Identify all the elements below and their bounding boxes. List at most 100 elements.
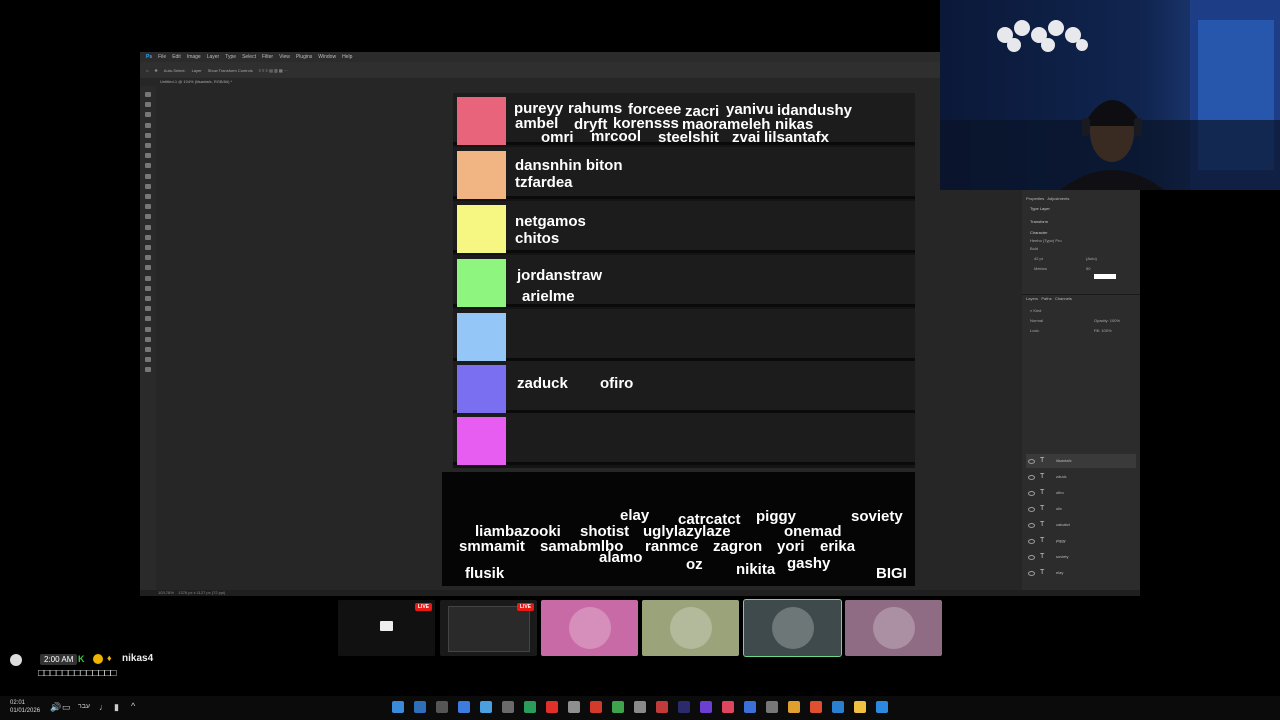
pool-name[interactable]: yori	[777, 539, 805, 555]
taskbar-app-icon[interactable]	[568, 701, 580, 713]
taskbar-app-icon[interactable]	[854, 701, 866, 713]
layer-row[interactable]: Tlilsantafx	[1026, 454, 1136, 468]
pool-name[interactable]: elay	[620, 508, 649, 524]
visibility-eye-icon[interactable]	[1028, 523, 1035, 528]
layer-filter[interactable]: ⌕ Kind	[1030, 308, 1041, 313]
tier-color-label[interactable]	[457, 151, 506, 199]
tool-icon[interactable]	[145, 153, 151, 159]
taskbar-app-icon[interactable]	[832, 701, 844, 713]
tool-icon[interactable]	[145, 265, 151, 271]
visibility-eye-icon[interactable]	[1028, 571, 1035, 576]
taskbar-app-icon[interactable]	[524, 701, 536, 713]
tool-icon[interactable]	[145, 132, 151, 138]
menu-edit[interactable]: Edit	[172, 54, 181, 60]
tool-icon[interactable]	[145, 275, 151, 281]
visibility-eye-icon[interactable]	[1028, 475, 1035, 480]
tab-paths[interactable]: Paths	[1041, 296, 1051, 301]
visibility-eye-icon[interactable]	[1028, 539, 1035, 544]
tier-color-label[interactable]	[457, 313, 506, 361]
pool-name[interactable]: alamo	[599, 550, 642, 566]
tool-icon[interactable]	[145, 143, 151, 148]
tier-name[interactable]: ofiro	[600, 376, 633, 392]
tier-name[interactable]: dansnhin biton	[515, 158, 622, 174]
pool-name[interactable]: erika	[820, 539, 855, 555]
layer-row[interactable]: Tsoviety	[1026, 550, 1136, 564]
font-family-select[interactable]: Heebo (Typo) Pro	[1030, 238, 1062, 243]
tab-properties[interactable]: Properties	[1026, 196, 1044, 201]
pool-name[interactable]: zagron	[713, 539, 762, 555]
pool-name[interactable]: nikita	[736, 562, 775, 578]
tier-name[interactable]: lilsantafx	[764, 130, 829, 146]
tool-icon[interactable]	[145, 214, 151, 220]
mic-icon[interactable]: ♩	[99, 702, 108, 712]
taskbar-app-icon[interactable]	[436, 701, 448, 713]
tool-icon[interactable]	[145, 92, 151, 97]
color-swatch[interactable]	[1094, 274, 1116, 279]
tool-icon[interactable]	[145, 234, 151, 240]
visibility-eye-icon[interactable]	[1028, 459, 1035, 464]
tool-icon[interactable]	[145, 224, 151, 230]
stream-thumbnail[interactable]: LIVE	[440, 600, 537, 656]
pool-name[interactable]: BIGI	[876, 566, 907, 582]
tier-name[interactable]: netgamos	[515, 214, 586, 230]
menu-file[interactable]: File	[158, 54, 166, 60]
taskbar-app-icon[interactable]	[392, 701, 404, 713]
chevron-up-icon[interactable]: ^	[131, 701, 135, 711]
taskbar-app-icon[interactable]	[744, 701, 756, 713]
align-icons[interactable]: ≡ ≡ ≡ ▤ ▥ ▦ ···	[259, 68, 288, 73]
tier-color-label[interactable]	[457, 97, 506, 145]
tool-icon[interactable]	[145, 367, 151, 373]
zoom-level[interactable]: 103.78%	[158, 590, 174, 595]
tool-icon[interactable]	[145, 285, 151, 291]
stream-thumbnail[interactable]	[642, 600, 739, 656]
tool-icon[interactable]	[145, 204, 151, 210]
blend-mode-select[interactable]: Normal	[1030, 318, 1043, 323]
layer-filter-kind[interactable]: Kind	[1033, 308, 1041, 313]
stream-thumbnail[interactable]	[541, 600, 638, 656]
tier-color-label[interactable]	[457, 365, 506, 413]
kerning-field[interactable]: Metrics	[1034, 266, 1047, 271]
move-tool-icon[interactable]: ✥	[154, 68, 157, 73]
layer-row[interactable]: Telay	[1026, 566, 1136, 580]
taskbar-app-icon[interactable]	[722, 701, 734, 713]
menu-help[interactable]: Help	[342, 54, 352, 60]
auto-select-dropdown[interactable]: Layer	[192, 68, 202, 73]
tier-name[interactable]: chitos	[515, 231, 559, 247]
tracking-field[interactable]: 50	[1086, 266, 1090, 271]
menu-type[interactable]: Type	[225, 54, 236, 60]
tier-color-label[interactable]	[457, 417, 506, 465]
font-size-field[interactable]: 42 pt	[1034, 256, 1043, 261]
opacity-field[interactable]: Opacity: 100%	[1094, 318, 1120, 323]
tool-icon[interactable]	[145, 245, 151, 250]
menu-image[interactable]: Image	[187, 54, 201, 60]
tool-icon[interactable]	[145, 326, 151, 332]
menu-layer[interactable]: Layer	[207, 54, 220, 60]
taskbar-app-icon[interactable]	[458, 701, 470, 713]
tool-icon[interactable]	[145, 306, 151, 312]
taskbar-app-icon[interactable]	[502, 701, 514, 713]
pool-name[interactable]: soviety	[851, 509, 903, 525]
tier-name[interactable]: arielme	[522, 289, 575, 305]
tier-color-label[interactable]	[457, 205, 506, 253]
transform-controls-checkbox[interactable]: Show Transform Controls	[208, 68, 253, 73]
tier-name[interactable]: steelshit	[658, 130, 719, 146]
system-clock[interactable]: 02:01 01/01/2026	[10, 699, 40, 715]
tier-name[interactable]: jordanstraw	[517, 268, 602, 284]
taskbar-app-icon[interactable]	[788, 701, 800, 713]
taskbar-app-icon[interactable]	[876, 701, 888, 713]
pool-name[interactable]: flusik	[465, 566, 504, 582]
tier-name[interactable]: omri	[541, 130, 574, 146]
taskbar-app-icon[interactable]	[656, 701, 668, 713]
tool-icon[interactable]	[145, 112, 151, 118]
layer-row[interactable]: Tpiggy	[1026, 534, 1136, 548]
tab-layers[interactable]: Layers	[1026, 296, 1038, 301]
tool-icon[interactable]	[145, 357, 151, 363]
battery-icon[interactable]: ▮	[114, 702, 119, 713]
pool-name[interactable]: gashy	[787, 556, 830, 572]
pool-name[interactable]: smmamit	[459, 539, 525, 555]
visibility-eye-icon[interactable]	[1028, 555, 1035, 560]
tool-icon[interactable]	[145, 102, 151, 108]
font-style-select[interactable]: Bold	[1030, 246, 1038, 251]
menu-window[interactable]: Window	[318, 54, 336, 60]
taskbar-app-icon[interactable]	[766, 701, 778, 713]
